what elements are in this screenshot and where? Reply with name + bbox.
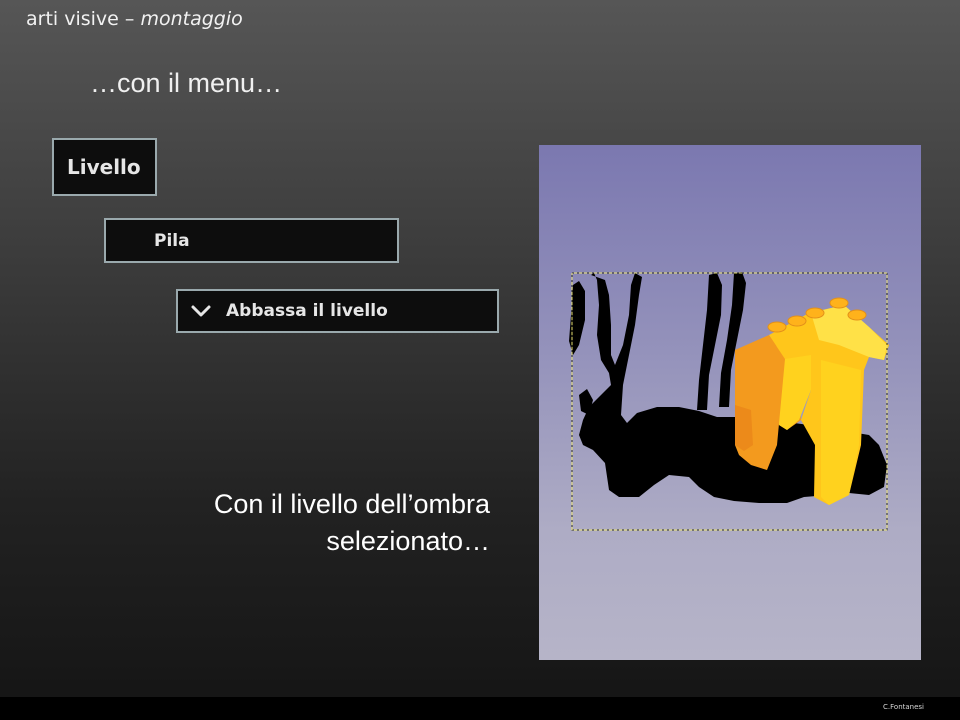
caption-text: Con il livello dell’ombra selezionato…: [214, 486, 490, 560]
lego-shadow-photo: [539, 145, 921, 660]
menu-abbassa-label: Abbassa il livello: [226, 301, 388, 321]
menu-pila-label: Pila: [154, 230, 190, 251]
menu-livello-label: Livello: [67, 155, 141, 179]
caption-line-1: Con il livello dell’ombra: [213, 489, 490, 519]
menu-livello: Livello: [52, 138, 157, 196]
slide-title: …con il menu…: [90, 68, 283, 98]
menu-pila: Pila: [104, 218, 399, 263]
header-topic: montaggio: [140, 8, 243, 30]
header-breadcrumb: arti visive – montaggio: [26, 8, 243, 30]
header-subject: arti visive: [26, 8, 119, 30]
chevron-down-icon: [191, 305, 211, 317]
lego-shadow-illustration: [569, 272, 889, 531]
menu-abbassa-livello: Abbassa il livello: [176, 289, 499, 333]
header-separator: –: [118, 8, 141, 30]
footer-bar: [0, 697, 960, 720]
caption-line-2: selezionato…: [326, 526, 490, 556]
footer-credit: C.Fontanesi: [883, 703, 924, 711]
